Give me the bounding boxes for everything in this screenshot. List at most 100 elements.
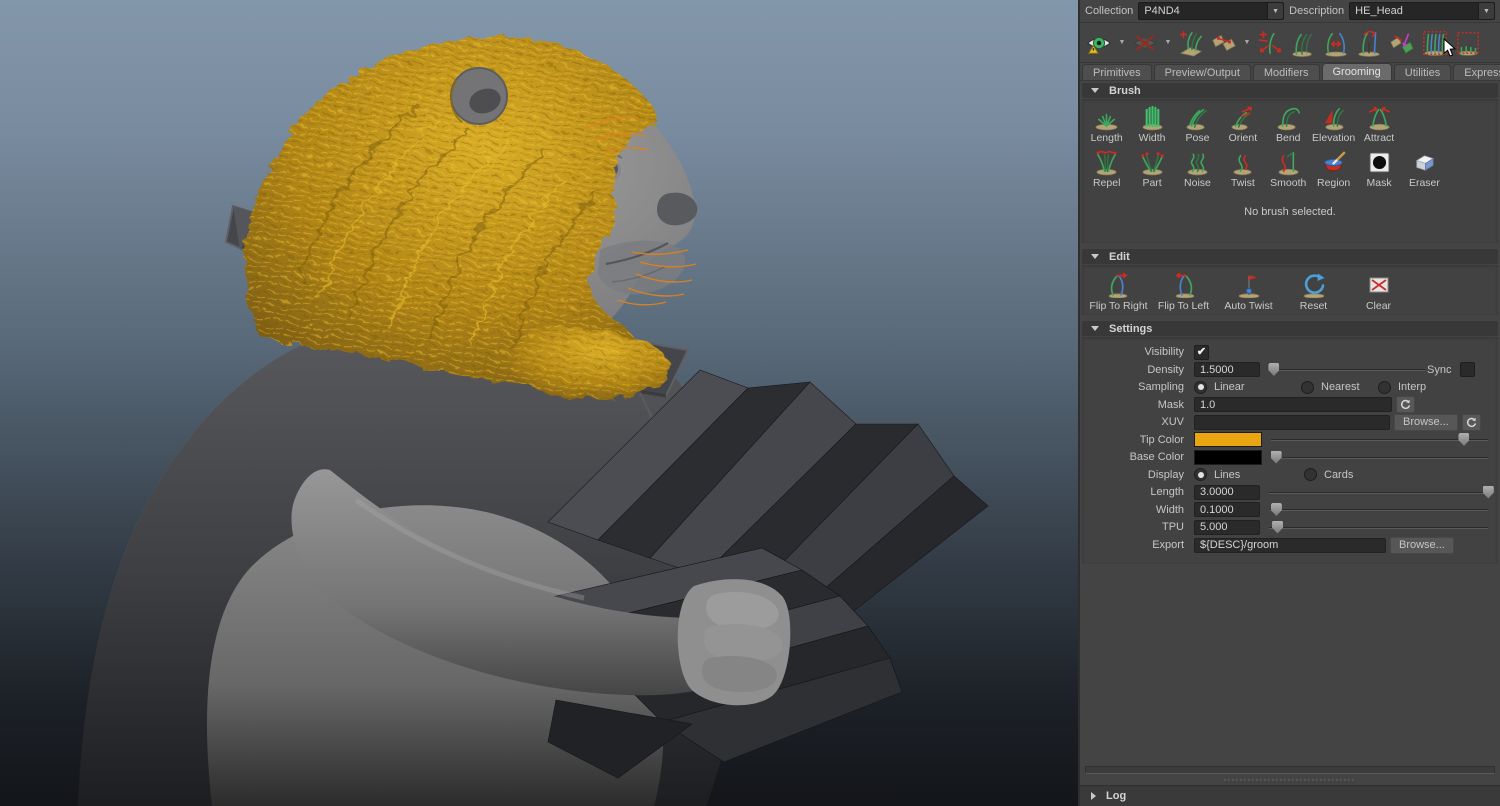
brush-noise[interactable]: Noise (1175, 144, 1220, 189)
collapsed-triangle-icon (1091, 792, 1096, 800)
settings-section-header[interactable]: Settings (1082, 321, 1498, 336)
visibility-off-icon[interactable] (1130, 27, 1160, 59)
base-color-slider[interactable] (1269, 450, 1490, 465)
brush-region[interactable]: Region (1311, 144, 1356, 189)
density-field[interactable]: 1.5000 (1194, 362, 1260, 377)
bear-hand (678, 579, 791, 705)
log-section-header[interactable]: Log (1080, 785, 1500, 806)
length-slider[interactable] (1267, 485, 1490, 500)
brush-section-body: Length Width Pose (1082, 99, 1498, 243)
reset-button[interactable]: Reset (1281, 272, 1346, 312)
description-label: Description (1289, 5, 1344, 17)
brush-bend[interactable]: Bend (1266, 99, 1311, 144)
tab-modifiers[interactable]: Modifiers (1253, 64, 1320, 80)
settings-section-body: Visibility ✔ Density 1.5000 Sync Samplin… (1082, 337, 1498, 564)
sampling-nearest-radio[interactable]: Nearest (1301, 381, 1378, 394)
export-field[interactable]: ${DESC}/groom (1194, 538, 1386, 553)
select-guides-icon[interactable] (1420, 27, 1450, 59)
collection-dropdown[interactable]: P4ND4 ▼ (1138, 2, 1284, 20)
brush-orient[interactable]: Orient (1220, 99, 1265, 144)
slider-handle[interactable] (1271, 451, 1282, 464)
brush-pose[interactable]: Pose (1175, 99, 1220, 144)
select-region-icon[interactable] (1453, 27, 1483, 59)
visibility-checkbox[interactable]: ✔ (1194, 345, 1209, 360)
no-brush-message: No brush selected. (1082, 189, 1498, 243)
visibility-eye-icon[interactable] (1084, 27, 1114, 59)
mirror-guides-icon[interactable] (1321, 27, 1351, 59)
mask-refresh-button[interactable] (1396, 396, 1415, 413)
chevron-down-icon[interactable]: ▼ (1267, 3, 1283, 19)
collapsed-strip (1085, 766, 1495, 774)
flip-to-left-button[interactable]: Flip To Left (1151, 272, 1216, 312)
sync-checkbox[interactable] (1460, 362, 1475, 377)
slider-handle[interactable] (1271, 503, 1282, 516)
base-color-swatch[interactable] (1194, 450, 1262, 465)
edit-section-body: Flip To Right Flip To Left Auto Twist (1082, 265, 1498, 315)
grooming-panel: Collection P4ND4 ▼ Description HE_Head ▼… (1078, 0, 1500, 806)
auto-twist-button[interactable]: Auto Twist (1216, 272, 1281, 312)
chevron-down-icon[interactable]: ▼ (1117, 39, 1127, 46)
grooming-tab-content: Brush Length Width Pose (1080, 80, 1500, 777)
tab-expressions[interactable]: Expressions (1453, 64, 1500, 80)
collapse-triangle-icon (1091, 254, 1099, 259)
slider-handle[interactable] (1458, 433, 1469, 446)
chevron-down-icon[interactable]: ▼ (1478, 3, 1494, 19)
brush-mask[interactable]: Mask (1356, 144, 1401, 189)
panel-header: Collection P4ND4 ▼ Description HE_Head ▼ (1080, 0, 1500, 22)
panel-tabs: Primitives Preview/Output Modifiers Groo… (1080, 63, 1500, 80)
collapse-triangle-icon (1091, 326, 1099, 331)
tab-grooming[interactable]: Grooming (1322, 63, 1392, 80)
brush-width[interactable]: Width (1129, 99, 1174, 144)
width-slider[interactable] (1267, 502, 1490, 517)
slider-handle[interactable] (1268, 363, 1279, 376)
sampling-linear-radio[interactable]: Linear (1194, 381, 1301, 394)
guides-toolbar: ▼ ▼ (1080, 22, 1500, 63)
chevron-down-icon[interactable]: ▼ (1163, 39, 1173, 46)
description-dropdown[interactable]: HE_Head ▼ (1349, 2, 1495, 20)
xuv-field[interactable] (1194, 415, 1390, 430)
clear-button[interactable]: Clear (1346, 272, 1411, 312)
brush-twist[interactable]: Twist (1220, 144, 1265, 189)
bear-character-render (0, 0, 1078, 806)
brush-attract[interactable]: Attract (1356, 99, 1401, 144)
duplicate-guides-icon[interactable] (1288, 27, 1318, 59)
slider-handle[interactable] (1272, 521, 1283, 534)
flip-to-right-button[interactable]: Flip To Right (1086, 272, 1151, 312)
assign-plane-icon[interactable] (1387, 27, 1417, 59)
width-field[interactable]: 0.1000 (1194, 502, 1260, 517)
density-slider[interactable] (1267, 362, 1427, 377)
brush-eraser[interactable]: Eraser (1402, 144, 1447, 189)
transfer-guides-icon[interactable] (1354, 27, 1384, 59)
tpu-field[interactable]: 5.000 (1194, 520, 1260, 535)
planes-icon[interactable] (1209, 27, 1239, 59)
brush-section-header[interactable]: Brush (1082, 83, 1498, 98)
tab-preview-output[interactable]: Preview/Output (1154, 64, 1251, 80)
slider-handle[interactable] (1483, 486, 1494, 499)
brush-repel[interactable]: Repel (1084, 144, 1129, 189)
tab-primitives[interactable]: Primitives (1082, 64, 1152, 80)
3d-viewport[interactable] (0, 0, 1078, 806)
tip-color-slider[interactable] (1269, 432, 1490, 447)
brush-length[interactable]: Length (1084, 99, 1129, 144)
brush-part[interactable]: Part (1129, 144, 1174, 189)
brush-elevation[interactable]: Elevation (1311, 99, 1356, 144)
add-guides-icon[interactable] (1176, 27, 1206, 59)
tab-utilities[interactable]: Utilities (1394, 64, 1451, 80)
xuv-browse-button[interactable]: Browse... (1394, 414, 1458, 431)
sampling-interp-radio[interactable]: Interp (1378, 381, 1426, 394)
length-field[interactable]: 3.0000 (1194, 485, 1260, 500)
scatter-guides-icon[interactable] (1255, 27, 1285, 59)
export-browse-button[interactable]: Browse... (1390, 537, 1454, 554)
xuv-refresh-button[interactable] (1462, 414, 1481, 431)
mask-field[interactable]: 1.0 (1194, 397, 1392, 412)
chevron-down-icon[interactable]: ▼ (1242, 39, 1252, 46)
tpu-slider[interactable] (1267, 520, 1490, 535)
edit-section-header[interactable]: Edit (1082, 249, 1498, 264)
collapse-triangle-icon (1091, 88, 1099, 93)
tip-color-swatch[interactable] (1194, 432, 1262, 447)
display-cards-radio[interactable]: Cards (1304, 468, 1353, 481)
brush-smooth[interactable]: Smooth (1266, 144, 1311, 189)
drag-handle-icon (1224, 779, 1356, 783)
display-lines-radio[interactable]: Lines (1194, 468, 1304, 481)
panel-splitter[interactable] (1080, 777, 1500, 785)
